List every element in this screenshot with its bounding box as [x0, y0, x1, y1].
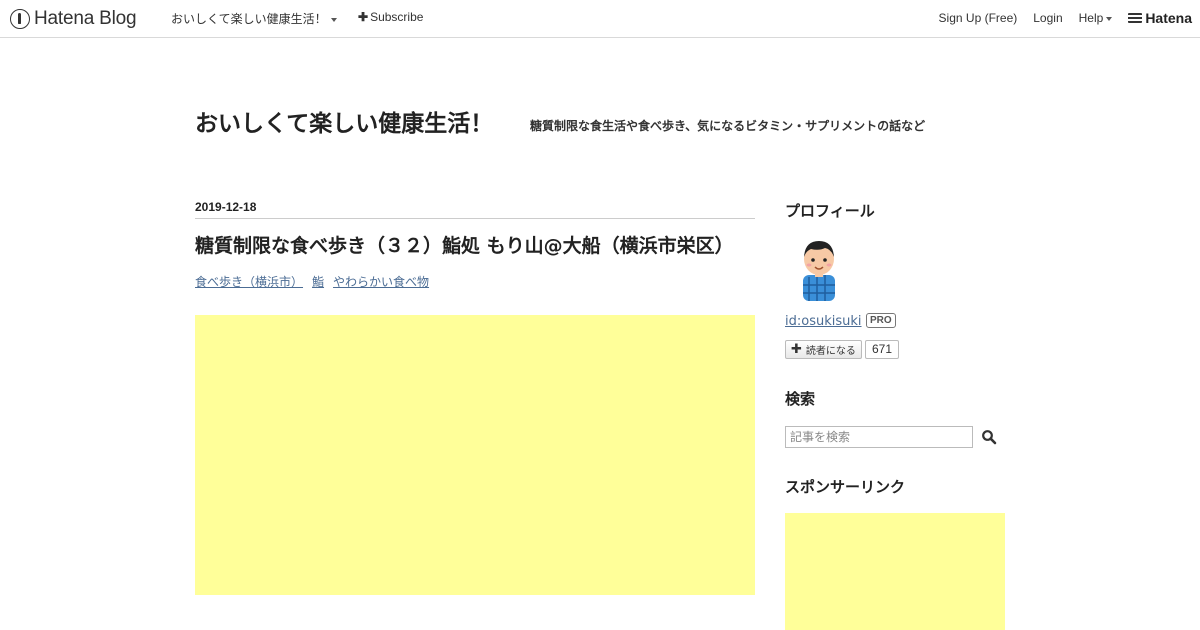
- ad-placeholder: [195, 315, 755, 595]
- hatena-logo-icon: [1128, 13, 1143, 23]
- entry-article: 2019-12-18 糖質制限な食べ歩き（３２）鮨処 もり山@大船（横浜市栄区）…: [195, 200, 755, 595]
- blog-title-dropdown-label: おいしくて楽しい健康生活！: [171, 12, 327, 26]
- hatena-brand-link[interactable]: Hatena: [1128, 10, 1192, 26]
- search-heading: 検索: [785, 390, 816, 408]
- help-label: Help: [1078, 11, 1104, 25]
- login-link[interactable]: Login: [1033, 11, 1062, 25]
- search-icon[interactable]: [981, 429, 997, 445]
- search-input[interactable]: [785, 426, 973, 448]
- category-link[interactable]: 鮨: [312, 275, 324, 289]
- chevron-down-icon: [330, 17, 337, 22]
- pro-badge: PRO: [866, 313, 896, 328]
- sponsor-heading: スポンサーリンク: [785, 478, 906, 496]
- category-link[interactable]: やわらかい食べ物: [333, 275, 429, 289]
- subscribe-reader-button[interactable]: ✚ 読者になる: [785, 340, 862, 359]
- signup-link[interactable]: Sign Up (Free): [939, 11, 1018, 25]
- sidebar-ad-placeholder: [785, 513, 1005, 630]
- category-link[interactable]: 食べ歩き（横浜市）: [195, 275, 303, 289]
- subscribe-button[interactable]: ✚ Subscribe: [358, 10, 423, 24]
- subscribe-label: Subscribe: [370, 10, 424, 24]
- plus-icon: ✚: [358, 10, 369, 24]
- blog-title[interactable]: おいしくて楽しい健康生活！: [195, 104, 493, 138]
- profile-id-link[interactable]: id:osukisuki: [785, 314, 862, 329]
- global-header-links: Sign Up (Free) Login Help Hatena: [923, 10, 1192, 26]
- profile-heading: プロフィール: [785, 202, 875, 220]
- reader-button-label: 読者になる: [805, 346, 856, 357]
- entry-date[interactable]: 2019-12-18: [195, 200, 755, 219]
- profile-avatar[interactable]: [795, 237, 843, 301]
- hatena-blog-logo[interactable]: Hatena Blog: [10, 8, 137, 30]
- help-menu[interactable]: Help: [1079, 11, 1113, 25]
- blog-description: 糖質制限な食生活や食べ歩き、気になるビタミン・サプリメントの話など: [530, 119, 926, 133]
- entry-title[interactable]: 糖質制限な食べ歩き（３２）鮨処 もり山@大船（横浜市栄区）: [195, 234, 755, 259]
- hatena-brand-label: Hatena: [1145, 10, 1192, 26]
- sidebar: プロフィール id:osukisuki PRO ✚読者になる 671 検索 スポ…: [785, 200, 1005, 630]
- logo-text: Hatena Blog: [34, 8, 137, 29]
- blog-title-dropdown[interactable]: おいしくて楽しい健康生活！: [171, 10, 337, 27]
- reader-count: 671: [865, 340, 899, 359]
- entry-categories: 食べ歩き（横浜市） 鮨やわらかい食べ物: [195, 273, 755, 290]
- chevron-down-icon: [1106, 16, 1113, 21]
- plus-icon: ✚: [791, 341, 802, 357]
- hatena-blog-logo-icon: [10, 9, 30, 29]
- global-header: Hatena Blog おいしくて楽しい健康生活！ ✚ Subscribe Sig…: [0, 0, 1200, 38]
